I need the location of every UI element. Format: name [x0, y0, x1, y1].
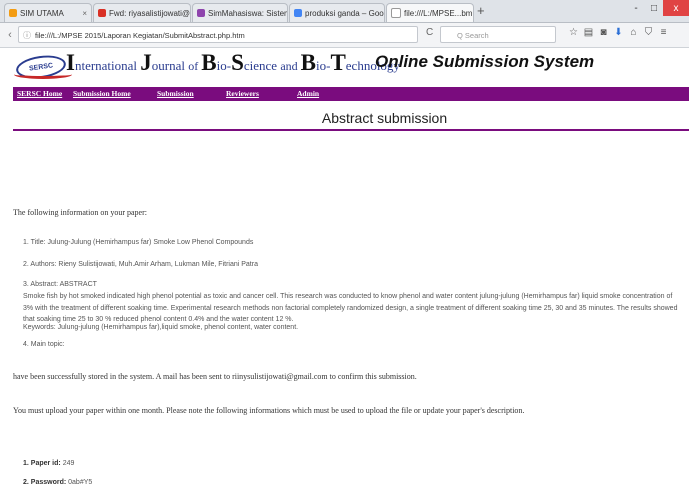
- address-bar[interactable]: ⓘ file:///L:/MPSE 2015/Laporan Kegiatan/…: [18, 26, 418, 43]
- menu-icon[interactable]: ≡: [656, 27, 671, 38]
- home-icon[interactable]: ⌂: [626, 27, 641, 38]
- title-divider: [13, 129, 689, 131]
- authors-item: 2. Authors: Rieny Sulistijowati, Muh.Ami…: [23, 261, 258, 268]
- paper-id-value: 249: [62, 460, 75, 467]
- tab-gmail[interactable]: Fwd: riyasalistijowati@g... ×: [93, 3, 191, 22]
- upload-instructions: You must upload your paper within one mo…: [13, 406, 525, 415]
- tab-google[interactable]: produksi ganda – Googl... ×: [289, 3, 385, 22]
- menu-sersc-home[interactable]: SERSC Home: [17, 89, 62, 98]
- menu-submission-home[interactable]: Submission Home: [73, 89, 131, 98]
- browser-tab-bar: SIM UTAMA × Fwd: riyasalistijowati@g... …: [0, 0, 689, 23]
- favicon-icon: [9, 9, 17, 17]
- new-tab-button[interactable]: +: [477, 4, 485, 18]
- menu-submission[interactable]: Submission: [157, 89, 194, 98]
- main-menu: SERSC Home Submission Home Submission Re…: [13, 87, 689, 101]
- journal-title: International Journal of Bio-Science and…: [66, 50, 400, 75]
- gmail-icon: [98, 9, 106, 17]
- logo-swoosh: [14, 70, 72, 79]
- page-title: Abstract submission: [321, 110, 448, 126]
- close-tab-icon[interactable]: ×: [79, 9, 87, 18]
- menu-reviewers[interactable]: Reviewers: [226, 89, 259, 98]
- window-controls: - □ x: [627, 0, 689, 16]
- toolbar-icons: ☆ ▤ ◙ ⬇ ⌂ ⛉ ≡: [566, 27, 671, 38]
- google-icon: [294, 9, 302, 17]
- password-value: 0ab#Y5: [68, 479, 93, 486]
- bookmark-star-icon[interactable]: ☆: [566, 27, 581, 38]
- maximize-button[interactable]: □: [645, 0, 663, 16]
- reading-list-icon[interactable]: ▤: [581, 27, 596, 38]
- pocket-icon[interactable]: ◙: [596, 27, 611, 38]
- stored-message: have been successfully stored in the sys…: [13, 372, 417, 381]
- tab-active-file[interactable]: file:///L:/MPSE...bmit.php.htm ×: [386, 3, 474, 22]
- favicon-icon: [197, 9, 205, 17]
- close-window-button[interactable]: x: [663, 0, 689, 16]
- page-icon: [391, 8, 401, 18]
- reload-icon[interactable]: C: [426, 27, 433, 38]
- tab-sim-mahasiswa[interactable]: SimMahasiswa: Sistem Informas... ×: [192, 3, 288, 22]
- password-item: 2. Password: 0ab#Y5: [23, 479, 93, 486]
- back-icon[interactable]: ‹: [2, 27, 18, 43]
- intro-text: The following information on your paper:: [13, 208, 147, 217]
- abstract-label: 3. Abstract: ABSTRACT: [23, 281, 97, 288]
- tab-sim-utama[interactable]: SIM UTAMA ×: [4, 3, 92, 22]
- paper-title-item: 1. Title: Julung-Julung (Hemirhampus far…: [23, 239, 254, 246]
- menu-admin[interactable]: Admin: [297, 89, 319, 98]
- main-topic-item: 4. Main topic:: [23, 341, 65, 348]
- system-title: Online Submission System: [375, 52, 595, 71]
- keywords-text: Keywords: Julung-julung (Hemirhampus far…: [23, 324, 299, 331]
- info-icon: ⓘ: [23, 31, 31, 40]
- navigation-bar: ‹ ⓘ file:///L:/MPSE 2015/Laporan Kegiata…: [0, 23, 689, 48]
- minimize-button[interactable]: -: [627, 0, 645, 16]
- download-icon[interactable]: ⬇: [611, 27, 626, 38]
- abstract-text: Smoke fish by hot smoked indicated high …: [23, 293, 678, 323]
- search-input[interactable]: Q Search: [440, 26, 556, 43]
- paper-id-item: 1. Paper id: 249: [23, 460, 75, 467]
- shield-icon[interactable]: ⛉: [641, 27, 656, 38]
